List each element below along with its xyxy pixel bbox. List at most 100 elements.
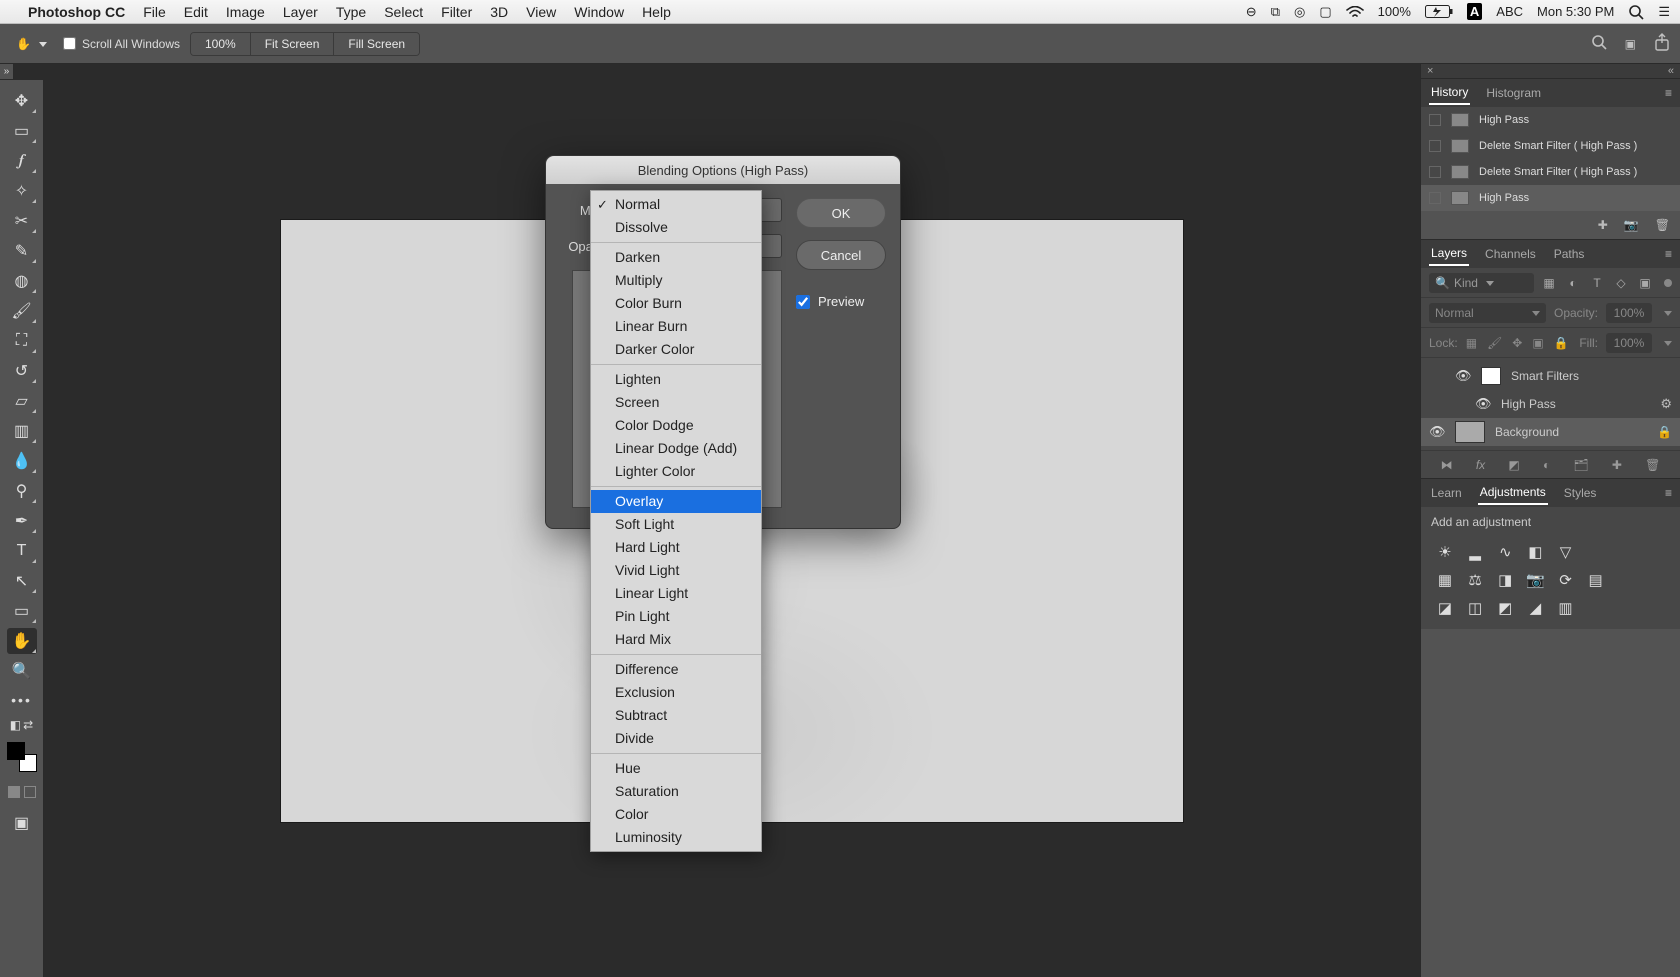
tab-adjustments[interactable]: Adjustments — [1478, 481, 1548, 505]
tab-paths[interactable]: Paths — [1552, 243, 1587, 265]
crop-tool[interactable]: ✂ — [7, 208, 37, 234]
history-panel-menu-icon[interactable]: ≡ — [1665, 86, 1672, 100]
history-state-target[interactable] — [1429, 114, 1441, 126]
move-tool[interactable]: ✥ — [7, 88, 37, 114]
blend-mode-linear-burn[interactable]: Linear Burn — [591, 315, 761, 338]
menu-window[interactable]: Window — [574, 4, 624, 20]
fit-screen-button[interactable]: Fit Screen — [251, 33, 335, 55]
menu-select[interactable]: Select — [384, 4, 423, 20]
cancel-button[interactable]: Cancel — [796, 240, 886, 270]
lock-icon[interactable]: 🔒 — [1657, 425, 1672, 439]
filter-mask-thumb[interactable] — [1481, 367, 1501, 385]
blend-mode-color[interactable]: Color — [591, 803, 761, 826]
airplay-icon[interactable]: ▢ — [1319, 4, 1331, 20]
blur-tool[interactable]: 💧 — [7, 448, 37, 474]
panels-collapse-icon[interactable]: « — [1668, 65, 1674, 77]
blend-mode-vivid-light[interactable]: Vivid Light — [591, 559, 761, 582]
photo-filter-icon[interactable]: 📷 — [1525, 571, 1545, 589]
preview-checkbox-input[interactable] — [796, 295, 810, 309]
type-tool[interactable]: T — [7, 538, 37, 564]
color-balance-icon[interactable]: ⚖ — [1465, 571, 1485, 589]
current-tool-indicator[interactable]: ✋ — [10, 35, 53, 53]
brush-tool[interactable]: 🖌 — [7, 298, 37, 324]
zoom-level[interactable]: 100% — [191, 33, 251, 55]
history-row[interactable]: Delete Smart Filter ( High Pass ) — [1421, 133, 1680, 159]
blend-mode-difference[interactable]: Difference — [591, 658, 761, 681]
dodge-tool[interactable]: ⚲ — [7, 478, 37, 504]
posterize-icon[interactable]: ◫ — [1465, 599, 1485, 617]
fill-screen-button[interactable]: Fill Screen — [334, 33, 419, 55]
delete-state-icon[interactable]: 🗑 — [1655, 218, 1670, 232]
blend-mode-lighter-color[interactable]: Lighter Color — [591, 460, 761, 483]
expand-panels-tab[interactable]: » — [0, 64, 14, 80]
scroll-all-windows-checkbox[interactable]: Scroll All Windows — [63, 37, 180, 51]
menu-filter[interactable]: Filter — [441, 4, 472, 20]
tab-learn[interactable]: Learn — [1429, 482, 1464, 504]
share-icon[interactable] — [1654, 33, 1670, 54]
gradient-tool[interactable]: ▥ — [7, 418, 37, 444]
panels-close-icon[interactable]: × — [1427, 65, 1433, 77]
blend-mode-luminosity[interactable]: Luminosity — [591, 826, 761, 849]
menu-image[interactable]: Image — [226, 4, 265, 20]
layer-thumbnail[interactable] — [1455, 421, 1485, 443]
swap-colors-icon[interactable]: ⇄ — [23, 718, 33, 732]
menubar-clock[interactable]: Mon 5:30 PM — [1537, 4, 1614, 19]
brightness-contrast-icon[interactable]: ☀ — [1435, 543, 1455, 561]
new-group-icon[interactable]: 🗂 — [1573, 458, 1588, 472]
opacity-caret[interactable] — [1660, 306, 1672, 320]
quickmask-mode-icon[interactable] — [24, 786, 36, 798]
search-icon[interactable] — [1591, 34, 1607, 53]
blend-mode-darker-color[interactable]: Darker Color — [591, 338, 761, 361]
tab-layers[interactable]: Layers — [1429, 242, 1469, 266]
menu-file[interactable]: File — [143, 4, 166, 20]
black-white-icon[interactable]: ◨ — [1495, 571, 1515, 589]
menu-layer[interactable]: Layer — [283, 4, 318, 20]
history-state-target[interactable] — [1429, 192, 1441, 204]
history-row[interactable]: High Pass — [1421, 185, 1680, 211]
quick-select-tool[interactable]: ✧ — [7, 178, 37, 204]
blend-mode-linear-light[interactable]: Linear Light — [591, 582, 761, 605]
filter-adjust-icon[interactable]: ◐ — [1566, 276, 1580, 290]
levels-icon[interactable]: ▂ — [1465, 543, 1485, 561]
eyedropper-tool[interactable]: ✎ — [7, 238, 37, 264]
shape-tool[interactable]: ▭ — [7, 598, 37, 624]
invert-icon[interactable]: ◪ — [1435, 599, 1455, 617]
blend-mode-color-burn[interactable]: Color Burn — [591, 292, 761, 315]
blend-mode-dissolve[interactable]: Dissolve — [591, 216, 761, 239]
history-row[interactable]: High Pass — [1421, 107, 1680, 133]
standard-mode-icon[interactable] — [8, 786, 20, 798]
filter-pixel-icon[interactable]: ▦ — [1542, 276, 1556, 290]
filter-blending-icon[interactable]: ⚙ — [1660, 396, 1672, 412]
blend-mode-soft-light[interactable]: Soft Light — [591, 513, 761, 536]
tab-history[interactable]: History — [1429, 81, 1470, 105]
adjustments-panel-menu-icon[interactable]: ≡ — [1665, 486, 1672, 500]
foreground-color-swatch[interactable] — [7, 742, 25, 760]
link-layers-icon[interactable]: ⧓ — [1441, 458, 1453, 472]
channel-mixer-icon[interactable]: ⟳ — [1556, 571, 1576, 589]
gradient-map-icon[interactable]: ◢ — [1525, 599, 1545, 617]
menu-3d[interactable]: 3D — [490, 4, 508, 20]
blend-mode-hue[interactable]: Hue — [591, 757, 761, 780]
ok-button[interactable]: OK — [796, 198, 886, 228]
fill-caret[interactable] — [1660, 336, 1672, 350]
healing-tool[interactable]: ◍ — [7, 268, 37, 294]
history-brush-tool[interactable]: ↺ — [7, 358, 37, 384]
filter-type-icon[interactable]: T — [1590, 276, 1604, 290]
blend-mode-multiply[interactable]: Multiply — [591, 269, 761, 292]
frame-icon[interactable]: ▣ — [1625, 37, 1636, 51]
marquee-tool[interactable]: ▭ — [7, 118, 37, 144]
hand-tool[interactable]: ✋ — [7, 628, 37, 654]
blend-mode-pin-light[interactable]: Pin Light — [591, 605, 761, 628]
menu-help[interactable]: Help — [642, 4, 671, 20]
lock-position-icon[interactable]: ✥ — [1512, 336, 1522, 350]
screen-mode-tool[interactable]: ▣ — [7, 810, 37, 836]
layer-blend-mode-select[interactable]: Normal — [1429, 303, 1546, 323]
blend-mode-darken[interactable]: Darken — [591, 246, 761, 269]
opacity-field[interactable]: 100% — [1606, 303, 1652, 323]
blend-mode-color-dodge[interactable]: Color Dodge — [591, 414, 761, 437]
layers-panel-menu-icon[interactable]: ≡ — [1665, 247, 1672, 261]
color-lookup-icon[interactable]: ▤ — [1586, 571, 1606, 589]
spotlight-icon[interactable] — [1628, 4, 1644, 20]
lock-brush-icon[interactable]: 🖌 — [1487, 336, 1502, 350]
stamp-tool[interactable]: ⛶ — [7, 328, 37, 354]
